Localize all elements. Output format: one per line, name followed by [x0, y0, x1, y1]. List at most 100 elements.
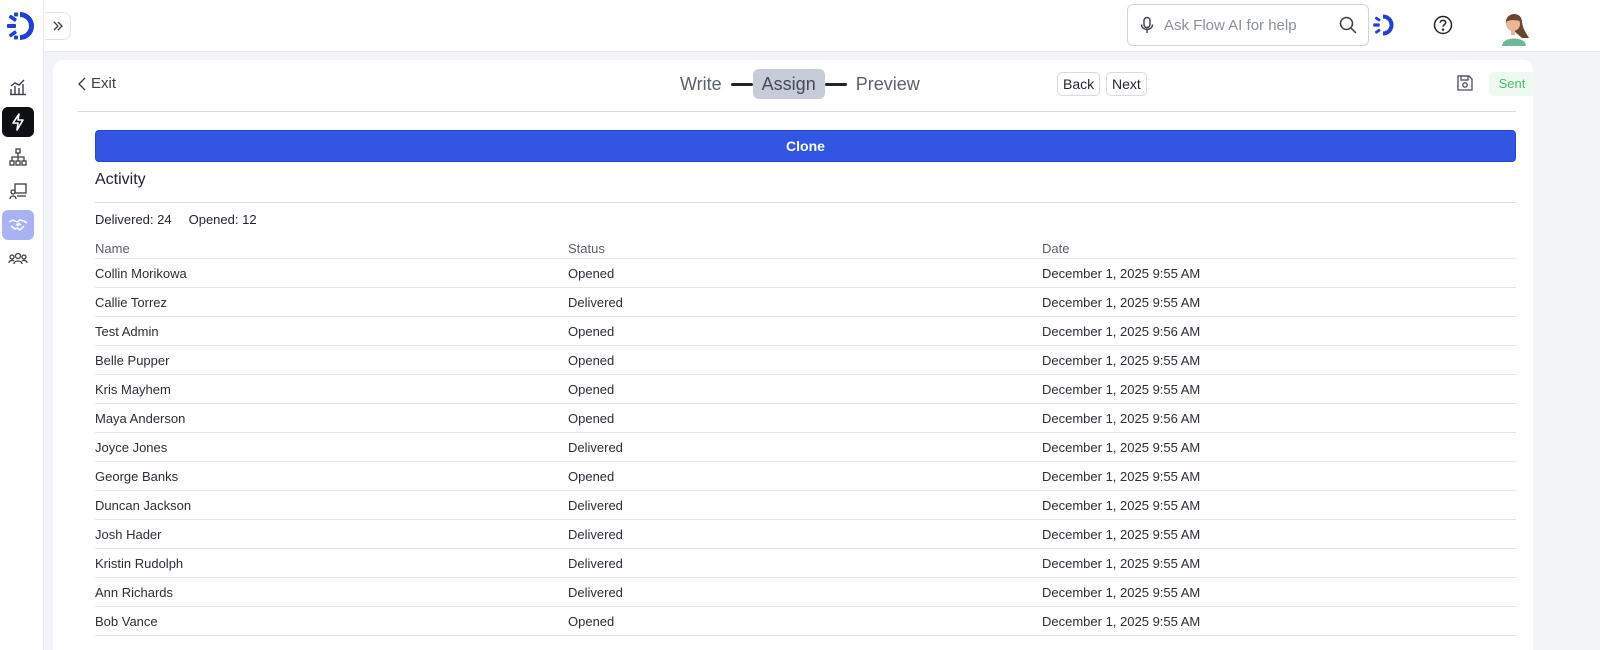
activity-table: Name Status Date Collin Morikowa Opened De…: [95, 238, 1516, 636]
expand-sidebar-button[interactable]: [45, 12, 71, 40]
table-header: Name Status Date: [95, 238, 1516, 259]
cell-date: December 1, 2025 9:55 AM: [1042, 294, 1201, 310]
table-row[interactable]: Kris Mayhem Opened December 1, 2025 9:55 A…: [95, 375, 1516, 404]
handshake-icon: [8, 219, 28, 231]
cell-status: Delivered: [568, 439, 623, 455]
analytics-icon: [10, 79, 26, 96]
search-icon[interactable]: [1338, 15, 1358, 35]
presentation-icon: [9, 183, 27, 200]
avatar[interactable]: [1496, 8, 1532, 46]
exit-link[interactable]: Exit: [77, 75, 116, 92]
status-badge: Sent: [1489, 72, 1535, 96]
cell-date: December 1, 2025 9:56 AM: [1042, 410, 1201, 426]
cell-date: December 1, 2025 9:56 AM: [1042, 323, 1201, 339]
column-header-date[interactable]: Date: [1042, 241, 1516, 256]
help-icon[interactable]: [1432, 14, 1454, 36]
delivered-count: Delivered: 24: [95, 212, 172, 227]
search-input[interactable]: Ask Flow AI for help: [1164, 17, 1338, 34]
chevron-left-icon: [78, 77, 86, 90]
flow-ai-search[interactable]: Ask Flow AI for help: [1127, 4, 1369, 46]
cell-status: Opened: [568, 613, 615, 629]
rail-partnerships[interactable]: [2, 210, 34, 240]
cell-name: Duncan Jackson: [95, 497, 192, 513]
step-write[interactable]: Write: [671, 69, 731, 99]
table-row[interactable]: Ann Richards Delivered December 1, 2025 9:…: [95, 578, 1516, 607]
cell-date: December 1, 2025 9:55 AM: [1042, 439, 1201, 455]
cell-date: December 1, 2025 9:55 AM: [1042, 555, 1201, 571]
cell-date: December 1, 2025 9:55 AM: [1042, 584, 1201, 600]
cell-name: Callie Torrez: [95, 294, 168, 310]
rail-org-chart[interactable]: [2, 142, 34, 172]
activity-stats: Delivered: 24 Opened: 12: [95, 212, 257, 227]
cell-date: December 1, 2025 9:55 AM: [1042, 497, 1201, 513]
cell-name: Kristin Rudolph: [95, 555, 184, 571]
exit-label: Exit: [91, 75, 117, 92]
top-bar: Ask Flow AI for help: [44, 0, 1600, 52]
divider: [77, 111, 1516, 112]
cell-status: Opened: [568, 468, 615, 484]
table-row[interactable]: Test Admin Opened December 1, 2025 9:56 AM: [95, 317, 1516, 346]
table-row[interactable]: George Banks Opened December 1, 2025 9:55 …: [95, 462, 1516, 491]
cell-date: December 1, 2025 9:55 AM: [1042, 352, 1201, 368]
rail-automations[interactable]: [2, 107, 34, 137]
flow-ai-icon[interactable]: [1370, 12, 1396, 38]
rail-presentations[interactable]: [2, 176, 34, 206]
cell-status: Delivered: [568, 497, 623, 513]
table-body: Collin Morikowa Opened December 1, 2025 9:…: [95, 259, 1516, 636]
cell-date: December 1, 2025 9:55 AM: [1042, 381, 1201, 397]
cell-status: Delivered: [568, 584, 623, 600]
column-header-status[interactable]: Status: [568, 241, 1042, 256]
opened-count: Opened: 12: [188, 212, 257, 227]
cell-name: George Banks: [95, 468, 179, 484]
cell-name: Joyce Jones: [95, 439, 168, 455]
team-icon: [8, 252, 28, 265]
cell-date: December 1, 2025 9:55 AM: [1042, 265, 1201, 281]
table-row[interactable]: Kristin Rudolph Delivered December 1, 2025…: [95, 549, 1516, 578]
cell-date: December 1, 2025 9:55 AM: [1042, 526, 1201, 542]
table-row[interactable]: Callie Torrez Delivered December 1, 2025 9…: [95, 288, 1516, 317]
step-separator: [824, 82, 847, 86]
step-preview[interactable]: Preview: [847, 69, 929, 99]
table-row[interactable]: Josh Hader Delivered December 1, 2025 9:55…: [95, 520, 1516, 549]
step-assign[interactable]: Assign: [752, 69, 825, 99]
cell-status: Delivered: [568, 555, 623, 571]
column-header-name[interactable]: Name: [95, 241, 568, 256]
table-row[interactable]: Belle Pupper Opened December 1, 2025 9:55 …: [95, 346, 1516, 375]
app-logo-icon[interactable]: [4, 10, 36, 42]
table-row[interactable]: Duncan Jackson Delivered December 1, 2025 …: [95, 491, 1516, 520]
cell-date: December 1, 2025 9:55 AM: [1042, 613, 1201, 629]
cell-name: Test Admin: [95, 323, 159, 339]
cell-status: Opened: [568, 410, 615, 426]
next-button[interactable]: Next: [1106, 72, 1147, 96]
divider: [95, 202, 1516, 203]
cell-status: Opened: [568, 323, 615, 339]
rail-analytics[interactable]: [2, 72, 34, 102]
step-separator: [730, 82, 753, 86]
cell-date: December 1, 2025 9:55 AM: [1042, 468, 1201, 484]
back-button[interactable]: Back: [1057, 72, 1101, 96]
cell-status: Opened: [568, 265, 615, 281]
cell-name: Kris Mayhem: [95, 381, 171, 397]
table-row[interactable]: Bob Vance Opened December 1, 2025 9:55 AM: [95, 607, 1516, 636]
rail-team[interactable]: [2, 244, 34, 274]
table-row[interactable]: Collin Morikowa Opened December 1, 2025 9:…: [95, 259, 1516, 288]
microphone-icon[interactable]: [1138, 16, 1156, 34]
cell-name: Bob Vance: [95, 613, 158, 629]
cell-status: Delivered: [568, 294, 623, 310]
wizard-steps: Write Assign Preview: [671, 69, 929, 99]
cell-name: Ann Richards: [95, 584, 174, 600]
save-icon[interactable]: [1455, 73, 1475, 93]
main-card: Exit Write Assign Preview Back Next Sent…: [53, 60, 1535, 650]
table-row[interactable]: Maya Anderson Opened December 1, 2025 9:56…: [95, 404, 1516, 433]
cell-name: Belle Pupper: [95, 352, 170, 368]
clone-button[interactable]: Clone: [95, 130, 1516, 162]
cell-name: Collin Morikowa: [95, 265, 187, 281]
org-chart-icon: [9, 148, 27, 166]
left-rail: [0, 0, 44, 650]
cell-name: Maya Anderson: [95, 410, 186, 426]
lightning-icon: [12, 113, 24, 131]
table-row[interactable]: Joyce Jones Delivered December 1, 2025 9:5…: [95, 433, 1516, 462]
cell-name: Josh Hader: [95, 526, 162, 542]
cell-status: Delivered: [568, 526, 623, 542]
cell-status: Opened: [568, 381, 615, 397]
